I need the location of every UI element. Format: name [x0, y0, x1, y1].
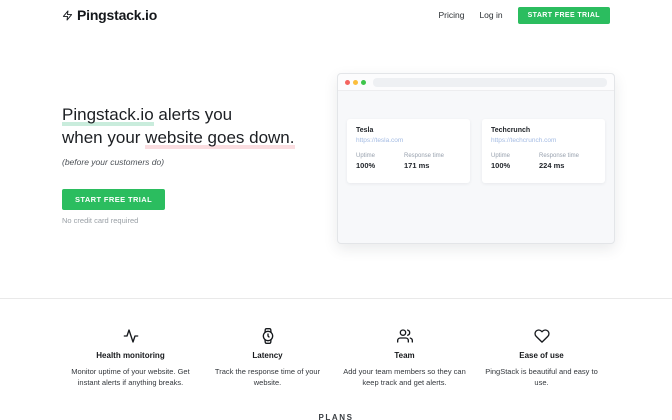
watch-icon — [205, 328, 330, 344]
heart-icon — [479, 328, 604, 344]
logo[interactable]: Pingstack.io — [62, 7, 157, 23]
feature-description: Monitor uptime of your website. Get inst… — [68, 366, 193, 388]
site-card-tesla: Tesla https://tesla.com Uptime 100% Resp… — [347, 119, 470, 183]
browser-mockup: Tesla https://tesla.com Uptime 100% Resp… — [337, 73, 615, 244]
site-url-link: https://tesla.com — [356, 137, 461, 144]
maximize-dot-icon — [361, 80, 366, 85]
feature-ease-of-use: Ease of use PingStack is beautiful and e… — [473, 328, 610, 388]
response-time-label: Response time — [539, 153, 587, 159]
site-card-techcrunch: Techcrunch https://techcrunch.com Uptime… — [482, 119, 605, 183]
browser-titlebar — [338, 74, 614, 91]
hero-subtitle: (before your customers do) — [62, 157, 322, 167]
feature-description: Track the response time of your website. — [205, 366, 330, 388]
hero-title-highlight-pink: website goes down. — [145, 128, 294, 149]
feature-title: Latency — [205, 351, 330, 360]
site-name: Techcrunch — [491, 127, 596, 134]
plans-section-label: PLANS — [0, 413, 672, 420]
feature-description: Add your team members so they can keep t… — [342, 366, 467, 388]
response-time-value: 171 ms — [404, 161, 452, 170]
response-time-value: 224 ms — [539, 161, 587, 170]
feature-team: Team Add your team members so they can k… — [336, 328, 473, 388]
site-name: Tesla — [356, 127, 461, 134]
browser-body: Tesla https://tesla.com Uptime 100% Resp… — [338, 91, 614, 183]
nav-login-link[interactable]: Log in — [479, 10, 502, 20]
uptime-value: 100% — [491, 161, 539, 170]
hero-section: Pingstack.io alerts you when your websit… — [0, 30, 672, 298]
traffic-light-dots — [345, 80, 366, 85]
uptime-label: Uptime — [356, 153, 404, 159]
site-url-link: https://techcrunch.com — [491, 137, 596, 144]
feature-latency: Latency Track the response time of your … — [199, 328, 336, 388]
features-section: Health monitoring Monitor uptime of your… — [0, 298, 672, 420]
response-time-label: Response time — [404, 153, 452, 159]
close-dot-icon — [345, 80, 350, 85]
hero-copy: Pingstack.io alerts you when your websit… — [62, 103, 322, 225]
hero-title-highlight-green: Pingstack.io — [62, 105, 154, 126]
hero-title-text: alerts you — [154, 105, 232, 124]
header: Pingstack.io Pricing Log in START FREE T… — [0, 0, 672, 30]
feature-title: Ease of use — [479, 351, 604, 360]
activity-icon — [68, 328, 193, 344]
nav-pricing-link[interactable]: Pricing — [438, 10, 464, 20]
feature-description: PingStack is beautiful and easy to use. — [479, 366, 604, 388]
uptime-label: Uptime — [491, 153, 539, 159]
users-icon — [342, 328, 467, 344]
hero-title-text-2: when your — [62, 128, 145, 147]
feature-health-monitoring: Health monitoring Monitor uptime of your… — [62, 328, 199, 388]
hero-note: No credit card required — [62, 216, 322, 225]
minimize-dot-icon — [353, 80, 358, 85]
feature-title: Team — [342, 351, 467, 360]
feature-title: Health monitoring — [68, 351, 193, 360]
zap-icon — [62, 9, 73, 22]
header-start-trial-button[interactable]: START FREE TRIAL — [518, 7, 610, 24]
hero-title: Pingstack.io alerts you when your websit… — [62, 103, 322, 149]
hero-start-trial-button[interactable]: START FREE TRIAL — [62, 189, 165, 210]
logo-text: Pingstack.io — [77, 7, 157, 23]
uptime-value: 100% — [356, 161, 404, 170]
browser-url-bar — [373, 78, 607, 87]
header-nav: Pricing Log in START FREE TRIAL — [438, 7, 610, 24]
